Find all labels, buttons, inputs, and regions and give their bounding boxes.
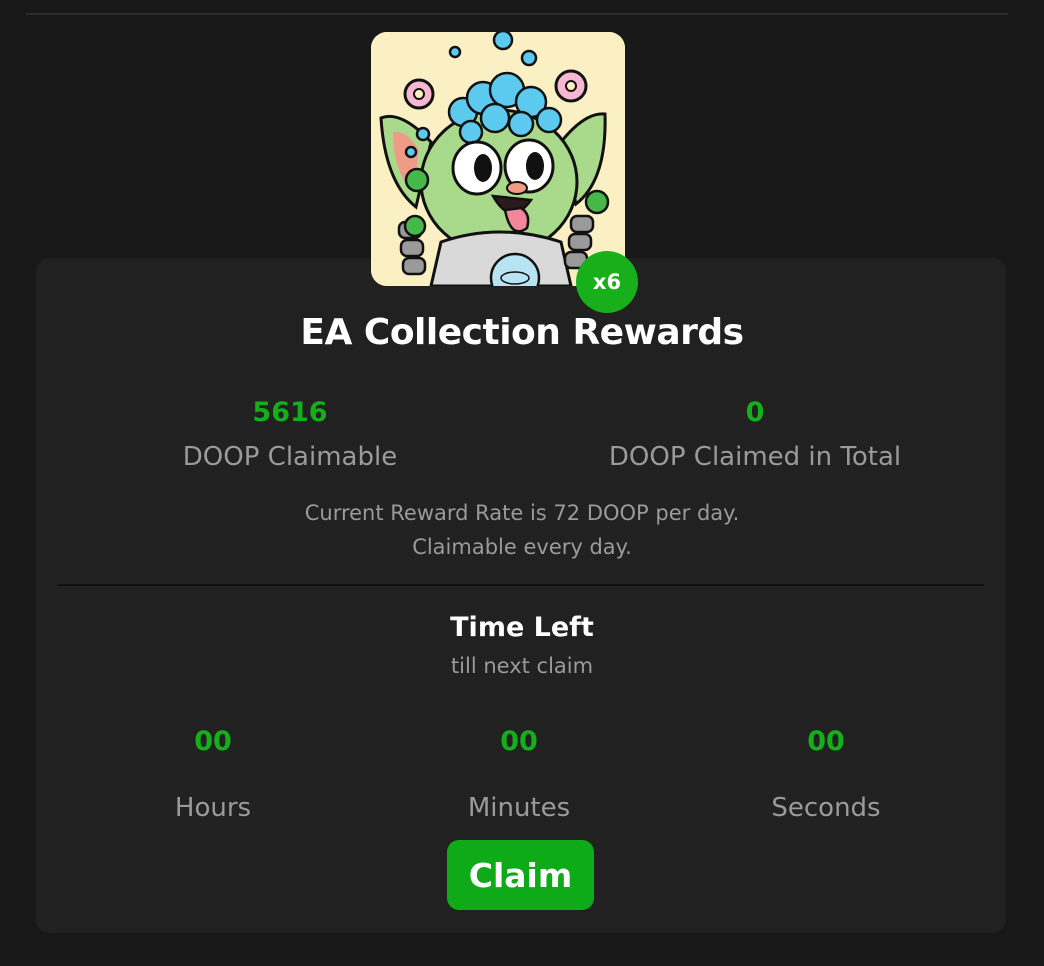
- reward-rate-info: Current Reward Rate is 72 DOOP per day. …: [0, 496, 1044, 564]
- claimable-value: 5616: [252, 397, 328, 428]
- claimed-value: 0: [745, 397, 765, 428]
- time-left-subtitle: till next claim: [450, 654, 594, 678]
- stat-claimable: 5616 DOOP Claimable: [150, 396, 430, 474]
- page-title: EA Collection Rewards: [300, 312, 744, 353]
- multiplier-badge: x6: [576, 251, 638, 313]
- countdown-hours: 00 Hours: [113, 726, 313, 824]
- claimable-label: DOOP Claimable: [182, 442, 398, 472]
- minutes-label: Minutes: [467, 793, 571, 823]
- top-divider: [26, 13, 1008, 15]
- hours-label: Hours: [174, 793, 252, 823]
- rewards-card: [36, 258, 1006, 933]
- section-divider: [58, 584, 984, 586]
- seconds-value: 00: [807, 726, 845, 757]
- claim-button[interactable]: Claim: [447, 840, 594, 910]
- countdown-minutes: 00 Minutes: [419, 726, 619, 824]
- claimed-label: DOOP Claimed in Total: [608, 442, 902, 472]
- claim-frequency-line: Claimable every day.: [412, 535, 632, 559]
- hours-value: 00: [194, 726, 232, 757]
- time-left-title: Time Left: [450, 612, 594, 643]
- seconds-label: Seconds: [771, 793, 881, 823]
- stat-claimed: 0 DOOP Claimed in Total: [590, 396, 920, 474]
- nft-image: [371, 32, 625, 286]
- reward-rate-line: Current Reward Rate is 72 DOOP per day.: [304, 501, 740, 525]
- minutes-value: 00: [500, 726, 538, 757]
- countdown-seconds: 00 Seconds: [726, 726, 926, 824]
